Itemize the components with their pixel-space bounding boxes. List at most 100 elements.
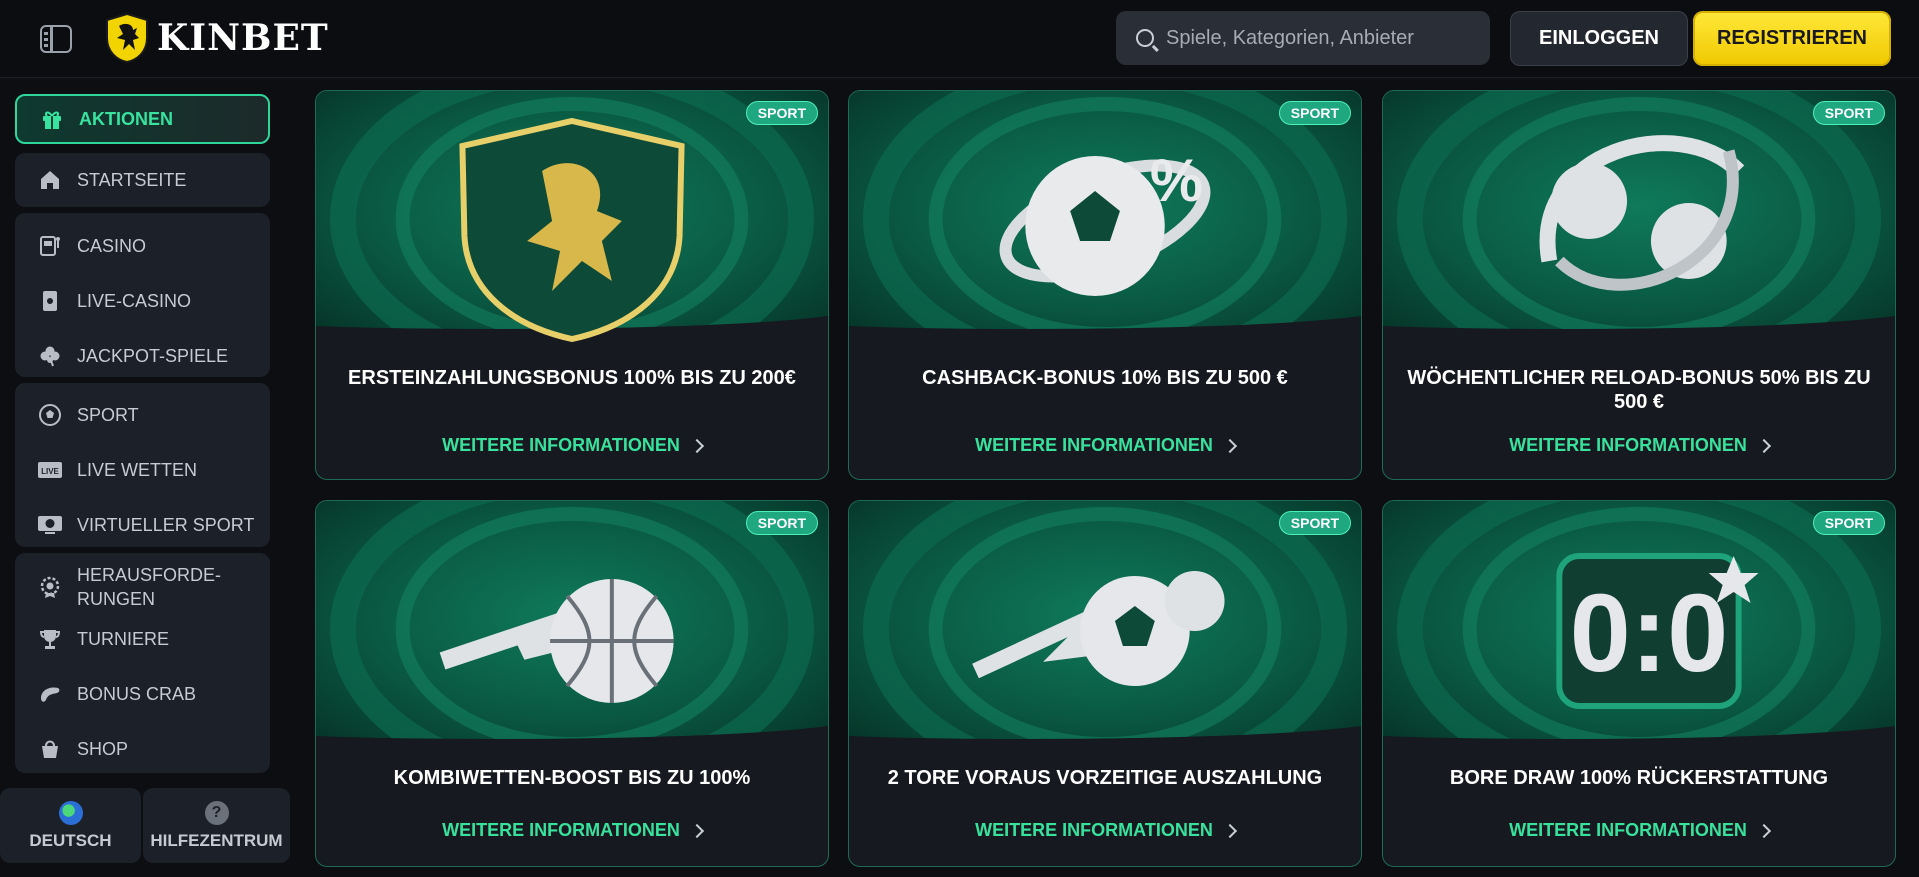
lion-shield-icon xyxy=(106,12,148,64)
category-badge: SPORT xyxy=(1278,101,1351,125)
promo-artwork: % xyxy=(849,91,1361,346)
more-info-label: WEITERE INFORMATIONEN xyxy=(442,435,680,455)
soccer-ball-icon xyxy=(37,402,63,428)
globe-icon xyxy=(58,800,83,825)
badge-icon xyxy=(37,574,63,600)
clover-icon xyxy=(37,343,63,369)
promo-card[interactable]: SPORT ERSTEINZAHLUNGSBONUS 100% BIS ZU 20… xyxy=(315,90,829,480)
promo-title: BORE DRAW 100% RÜCKERSTATTUNG xyxy=(1449,767,1829,789)
category-badge: SPORT xyxy=(745,101,818,125)
sidebar-item-sport[interactable]: SPORT xyxy=(15,390,270,440)
svg-text:0:0: 0:0 xyxy=(1570,573,1728,695)
gift-icon xyxy=(39,106,65,132)
category-badge: SPORT xyxy=(1812,101,1885,125)
more-info-link[interactable]: WEITERE INFORMATIONEN xyxy=(1383,435,1895,456)
help-icon: ? xyxy=(204,800,229,825)
live-icon: LIVE xyxy=(37,457,63,483)
promo-artwork xyxy=(849,501,1361,756)
sidebar-toggle-icon[interactable] xyxy=(40,25,72,53)
sidebar-group-sport: SPORT LIVE LIVE WETTEN VIRTUELLER SPORT xyxy=(15,383,270,547)
virtual-sport-icon xyxy=(37,512,63,538)
card-icon xyxy=(37,288,63,314)
language-label: DEUTSCH xyxy=(29,830,112,850)
sidebar-item-live-casino[interactable]: LIVE-CASINO xyxy=(15,276,270,326)
more-info-label: WEITERE INFORMATIONEN xyxy=(975,820,1213,840)
sidebar-item-label: CASINO xyxy=(77,235,147,256)
more-info-link[interactable]: WEITERE INFORMATIONEN xyxy=(1383,820,1895,841)
category-badge: SPORT xyxy=(1812,511,1885,535)
register-button[interactable]: REGISTRIEREN xyxy=(1693,11,1891,66)
login-button[interactable]: EINLOGGEN xyxy=(1510,11,1688,66)
svg-text:%: % xyxy=(1150,147,1203,214)
promo-artwork xyxy=(316,501,828,756)
promo-title: 2 TORE VORAUS VORZEITIGE AUSZAHLUNG xyxy=(887,767,1323,789)
sidebar-item-label: AKTIONEN xyxy=(79,108,173,129)
sidebar-item-label: TURNIERE xyxy=(77,628,170,649)
promo-artwork: 0:0 xyxy=(1383,501,1895,756)
sidebar-item-label: LIVE-CASINO xyxy=(77,290,192,311)
svg-text:LIVE: LIVE xyxy=(41,467,59,476)
sidebar-group-home: STARTSEITE xyxy=(15,153,270,207)
sidebar-item-startseite[interactable]: STARTSEITE xyxy=(15,155,270,205)
search-input[interactable] xyxy=(1166,26,1466,50)
more-info-label: WEITERE INFORMATIONEN xyxy=(442,820,680,840)
search-bar[interactable] xyxy=(1116,11,1490,65)
sidebar-item-aktionen[interactable]: AKTIONEN xyxy=(15,94,270,144)
promo-artwork xyxy=(1383,91,1895,346)
search-icon xyxy=(1136,29,1154,47)
promo-card[interactable]: SPORT KOMBIWETTEN-BOOST BIS ZU 100% WEITER… xyxy=(315,500,829,867)
promo-card[interactable]: SPORT 2 TORE VORAUS VORZEITIGE AUSZAHLUNG… xyxy=(848,500,1362,867)
sidebar-item-label: SPORT xyxy=(77,404,139,425)
trophy-icon xyxy=(37,626,63,652)
crab-icon xyxy=(37,681,63,707)
more-info-link[interactable]: WEITERE INFORMATIONEN xyxy=(316,820,828,841)
brand-name: KINBET xyxy=(157,17,329,59)
promo-title: ERSTEINZAHLUNGSBONUS 100% BIS ZU 200€ xyxy=(348,367,796,389)
promo-title: WÖCHENTLICHER RELOAD-BONUS 50% BIS ZU 50… xyxy=(1407,367,1871,413)
promo-artwork xyxy=(316,91,828,346)
slot-machine-icon xyxy=(37,233,63,259)
promo-title: KOMBIWETTEN-BOOST BIS ZU 100% xyxy=(393,767,751,789)
top-bar: KINBET EINLOGGEN REGISTRIEREN xyxy=(0,0,1919,78)
more-info-label: WEITERE INFORMATIONEN xyxy=(1509,435,1747,455)
more-info-label: WEITERE INFORMATIONEN xyxy=(1509,820,1747,840)
sidebar-item-bonus-crab[interactable]: BONUS CRAB xyxy=(15,669,270,719)
sidebar-group-casino: CASINO LIVE-CASINO JACKPOT-SPIELE xyxy=(15,213,270,377)
sidebar-item-herausforderungen[interactable]: HERAUSFORDE- RUNGEN xyxy=(15,557,270,617)
category-badge: SPORT xyxy=(745,511,818,535)
sidebar-item-label: SHOP xyxy=(77,738,129,759)
chevron-right-icon xyxy=(689,438,704,453)
sidebar-item-shop[interactable]: SHOP xyxy=(15,724,270,774)
sidebar-item-label: HERAUSFORDE- RUNGEN xyxy=(77,565,222,609)
more-info-label: WEITERE INFORMATIONEN xyxy=(975,435,1213,455)
more-info-link[interactable]: WEITERE INFORMATIONEN xyxy=(316,435,828,456)
sidebar-item-label: STARTSEITE xyxy=(77,169,187,190)
sidebar-item-live-wetten[interactable]: LIVE LIVE WETTEN xyxy=(15,445,270,495)
sidebar-item-label: LIVE WETTEN xyxy=(77,459,198,480)
chevron-right-icon xyxy=(1222,823,1237,838)
sidebar-item-label: VIRTUELLER SPORT xyxy=(77,514,255,535)
category-badge: SPORT xyxy=(1278,511,1351,535)
chevron-right-icon xyxy=(689,823,704,838)
help-center-button[interactable]: ? HILFEZENTRUM xyxy=(143,788,290,863)
sidebar: AKTIONEN STARTSEITE CASINO LIVE-CASINO J… xyxy=(0,79,290,877)
sidebar-item-turniere[interactable]: TURNIERE xyxy=(15,614,270,664)
promo-card[interactable]: SPORT WÖCHENTLICHER RELOAD-BONUS 50% BIS … xyxy=(1382,90,1896,480)
promo-card[interactable]: 0:0 SPORT BORE DRAW 100% RÜCKERSTATTUNG WEI… xyxy=(1382,500,1896,867)
more-info-link[interactable]: WEITERE INFORMATIONEN xyxy=(849,820,1361,841)
sidebar-item-jackpot-spiele[interactable]: JACKPOT-SPIELE xyxy=(15,331,270,381)
brand-logo[interactable]: KINBET xyxy=(103,12,329,64)
more-info-link[interactable]: WEITERE INFORMATIONEN xyxy=(849,435,1361,456)
promo-title: CASHBACK-BONUS 10% BIS ZU 500 € xyxy=(922,367,1288,389)
language-selector[interactable]: DEUTSCH xyxy=(0,788,141,863)
sidebar-item-casino[interactable]: CASINO xyxy=(15,221,270,271)
sidebar-item-virtueller-sport[interactable]: VIRTUELLER SPORT xyxy=(15,500,270,550)
sidebar-item-label: JACKPOT-SPIELE xyxy=(77,345,229,366)
sidebar-group-extras: HERAUSFORDE- RUNGEN TURNIERE BONUS CRAB … xyxy=(15,553,270,773)
promo-card[interactable]: % SPORT CASHBACK-BONUS 10% BIS ZU 500 € WEI… xyxy=(848,90,1362,480)
shopping-bag-icon xyxy=(37,736,63,762)
chevron-right-icon xyxy=(1756,823,1771,838)
chevron-right-icon xyxy=(1222,438,1237,453)
help-label: HILFEZENTRUM xyxy=(150,830,283,850)
chevron-right-icon xyxy=(1756,438,1771,453)
